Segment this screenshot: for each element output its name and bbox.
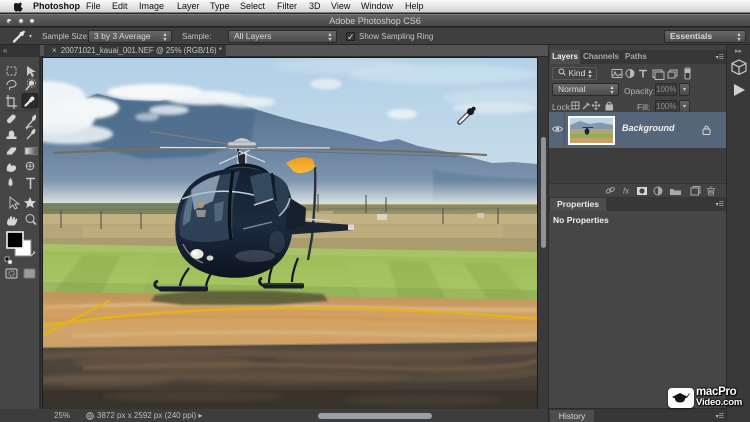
svg-text:fx: fx (623, 187, 630, 196)
